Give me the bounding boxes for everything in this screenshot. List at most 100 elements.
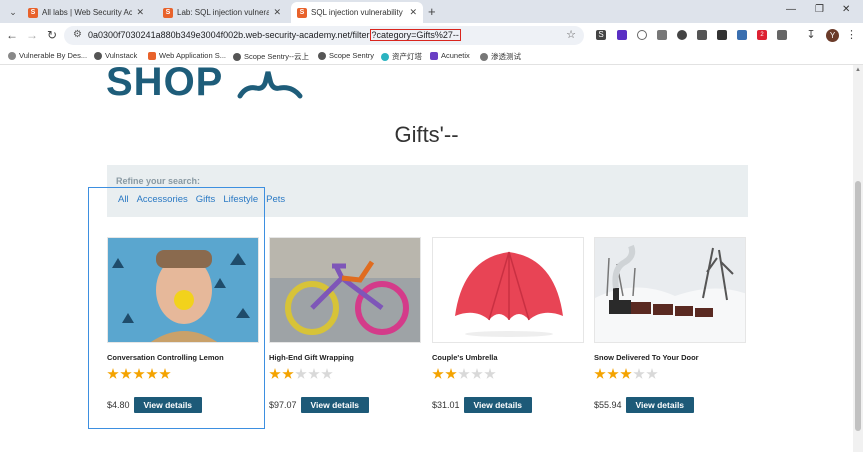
- view-details-button[interactable]: View details: [300, 397, 370, 413]
- star-filled-icon: [107, 368, 119, 379]
- tab-strip: ⌄ S All labs | Web Security Acade ✕ S La…: [0, 0, 863, 23]
- menu-kebab-icon[interactable]: ⋮: [846, 30, 857, 41]
- page-title: Gifts'--: [394, 122, 459, 147]
- extension-icon[interactable]: [737, 30, 747, 40]
- product-price: $97.07: [269, 400, 297, 410]
- product-card: Conversation Controlling Lemon $4.80 Vie…: [107, 237, 259, 413]
- portswigger-icon: S: [297, 7, 307, 18]
- extension-badge-icon[interactable]: 2: [757, 30, 767, 40]
- star-empty-icon: [471, 368, 483, 379]
- bookmark-favicon-icon: [318, 51, 326, 60]
- logo-text: SHOP: [106, 65, 224, 104]
- bookmark-item[interactable]: Vulnstack: [94, 51, 137, 60]
- url-text[interactable]: 0a0300f7030241a880b349e3004f002b.web-sec…: [88, 29, 461, 41]
- extension-icon[interactable]: [677, 30, 687, 40]
- view-details-button[interactable]: View details: [625, 397, 695, 413]
- star-filled-icon: [282, 368, 294, 379]
- tab-search-chevron-icon[interactable]: ⌄: [6, 5, 20, 19]
- star-filled-icon: [445, 368, 457, 379]
- extension-icon[interactable]: S: [596, 30, 606, 40]
- rating-stars: [107, 368, 259, 382]
- tab-lab[interactable]: S Lab: SQL injection vulnerabili ✕: [157, 2, 287, 23]
- bookmark-favicon-icon: [233, 52, 241, 61]
- product-name: Couple's Umbrella: [432, 353, 498, 362]
- bookmark-favicon-icon: [430, 51, 438, 60]
- scroll-up-arrow-icon[interactable]: ▲: [855, 67, 861, 73]
- star-filled-icon: [607, 368, 619, 379]
- bookmark-item[interactable]: Acunetix: [430, 51, 470, 60]
- product-name: High-End Gift Wrapping: [269, 353, 354, 362]
- extension-icon[interactable]: [637, 30, 647, 40]
- extension-icon[interactable]: [697, 30, 707, 40]
- page-scrollbar[interactable]: ▲: [853, 65, 863, 452]
- star-empty-icon: [308, 368, 320, 379]
- product-image-umbrella[interactable]: [432, 237, 584, 343]
- back-arrow-icon[interactable]: ←: [5, 28, 19, 42]
- view-details-button[interactable]: View details: [463, 397, 533, 413]
- bookmark-label: Scope Sentry: [329, 51, 375, 60]
- address-bar[interactable]: ⚙ 0a0300f7030241a880b349e3004f002b.web-s…: [64, 26, 584, 45]
- tab-title: Lab: SQL injection vulnerabili: [177, 8, 270, 17]
- close-icon[interactable]: ✕: [136, 7, 144, 18]
- product-image-lemon[interactable]: [107, 237, 259, 343]
- product-image-snow-train[interactable]: [594, 237, 746, 343]
- product-price: $55.94: [594, 400, 622, 410]
- bookmark-favicon-icon: [480, 52, 488, 61]
- restore-button[interactable]: ❐: [815, 4, 824, 15]
- refine-label: Refine your search:: [116, 176, 201, 186]
- bookmark-label: Vulnerable By Des...: [19, 51, 88, 60]
- site-info-icon[interactable]: ⚙: [73, 29, 82, 40]
- forward-arrow-icon[interactable]: →: [25, 28, 39, 42]
- star-filled-icon: [159, 368, 171, 379]
- tab-title: SQL injection vulnerability in: [311, 8, 406, 17]
- close-window-button[interactable]: ✕: [842, 4, 850, 15]
- extension-icon[interactable]: [717, 30, 727, 40]
- reload-icon[interactable]: ↻: [45, 28, 59, 42]
- extension-icon[interactable]: [657, 30, 667, 40]
- product-card: High-End Gift Wrapping $97.07 View detai…: [269, 237, 421, 413]
- filter-pets[interactable]: Pets: [266, 194, 285, 205]
- bookmark-item[interactable]: 渗透测试: [480, 51, 521, 62]
- puzzle-icon[interactable]: [777, 30, 787, 40]
- download-icon[interactable]: ↧: [806, 30, 816, 41]
- star-empty-icon: [484, 368, 496, 379]
- bookmark-label: Vulnstack: [105, 51, 138, 60]
- extension-icon[interactable]: [617, 30, 627, 40]
- bookmark-favicon-icon: [381, 52, 389, 61]
- rating-stars: [594, 368, 746, 382]
- minimize-button[interactable]: —: [786, 4, 796, 15]
- tab-all-labs[interactable]: S All labs | Web Security Acade ✕: [22, 2, 150, 23]
- bookmark-label: Scope Sentry--云上: [244, 52, 310, 61]
- bookmark-item[interactable]: Scope Sentry--云上: [233, 51, 309, 62]
- star-filled-icon: [269, 368, 281, 379]
- star-filled-icon: [620, 368, 632, 379]
- bookmark-item[interactable]: Scope Sentry: [318, 51, 374, 60]
- new-tab-button[interactable]: +: [428, 4, 436, 19]
- scrollbar-thumb[interactable]: [855, 181, 861, 431]
- product-image-gift-wrapping[interactable]: [269, 237, 421, 343]
- page-viewport: SHOP Gifts'-- Refine your search: All Ac…: [0, 65, 853, 452]
- bookmark-favicon-icon: [148, 51, 156, 60]
- bookmark-label: Acunetix: [441, 51, 470, 60]
- bookmark-item[interactable]: Vulnerable By Des...: [8, 51, 87, 60]
- portswigger-icon: S: [163, 7, 173, 18]
- tab-sql-injection[interactable]: S SQL injection vulnerability in ✕: [291, 2, 423, 23]
- star-filled-icon: [432, 368, 444, 379]
- close-icon[interactable]: ✕: [409, 7, 417, 18]
- avatar[interactable]: Y: [826, 29, 839, 42]
- url-highlighted-query: ?category=Gifts%27--: [369, 29, 461, 41]
- bookmark-star-icon[interactable]: ☆: [566, 28, 576, 41]
- portswigger-icon: S: [28, 7, 38, 18]
- browser-toolbar: ← → ↻ ⚙ 0a0300f7030241a880b349e3004f002b…: [0, 23, 863, 48]
- star-empty-icon: [321, 368, 333, 379]
- bookmark-item[interactable]: 资产灯塔: [381, 51, 422, 62]
- star-filled-icon: [133, 368, 145, 379]
- star-filled-icon: [146, 368, 158, 379]
- close-icon[interactable]: ✕: [273, 7, 281, 18]
- shop-logo[interactable]: SHOP: [106, 65, 224, 104]
- bookmark-item[interactable]: Web Application S...: [148, 51, 226, 60]
- product-name: Conversation Controlling Lemon: [107, 353, 224, 362]
- view-details-button[interactable]: View details: [133, 397, 203, 413]
- url-main: 0a0300f7030241a880b349e3004f002b.web-sec…: [88, 30, 370, 40]
- product-price: $4.80: [107, 400, 130, 410]
